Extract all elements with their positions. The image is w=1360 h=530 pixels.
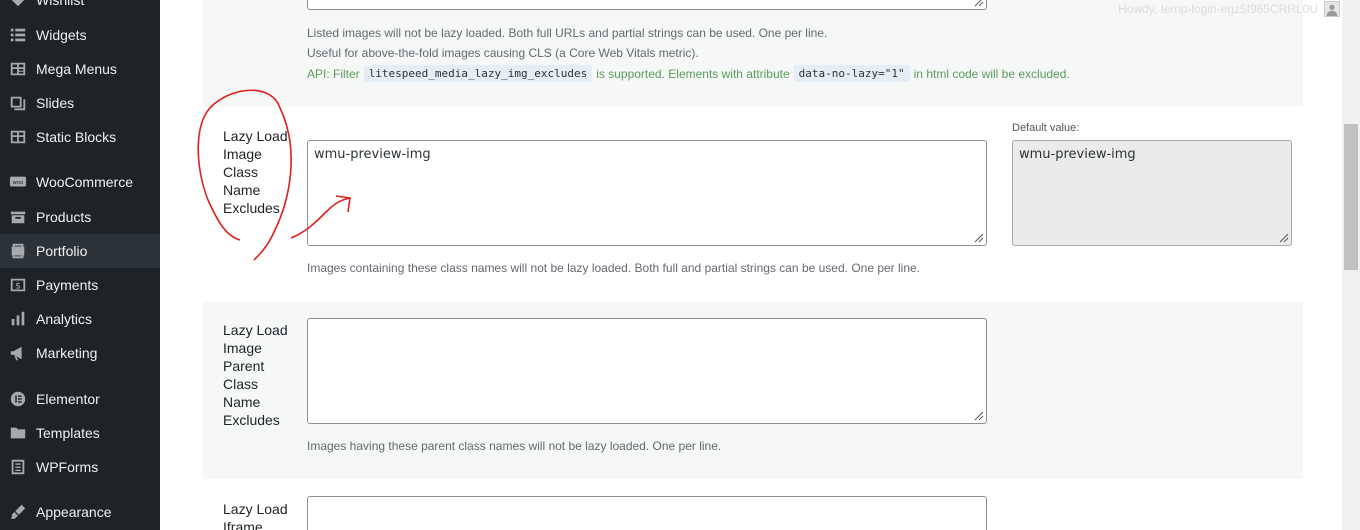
marketing-icon [0,344,36,362]
class-excludes-section: Lazy Load Image Class Name Excludes wmu-… [203,107,1303,302]
sidebar-item-label: Marketing [36,345,98,361]
sidebar-item-label: Products [36,209,92,225]
sidebar-item-wishlist[interactable]: Wishlist [0,0,160,17]
resize-handle-icon[interactable] [972,0,984,7]
parent-class-excludes-section: Lazy Load Image Parent Class Name Exclud… [203,302,1303,479]
sidebar-item-woocommerce[interactable]: woo WooCommerce [0,165,160,199]
widgets-icon [0,26,36,44]
sidebar-item-label: Wishlist [36,0,85,8]
api-attribute-code: data-no-lazy="1" [793,65,910,82]
parent-class-excludes-description: Images having these parent class names w… [307,439,722,453]
api-suffix-text: in html code will be excluded. [913,66,1070,81]
sidebar-item-static-blocks[interactable]: Static Blocks [0,120,160,154]
sidebar-item-portfolio[interactable]: Portfolio [0,234,160,268]
sidebar-item-products[interactable]: Products [0,200,160,234]
account-menu[interactable]: Howdy, temp-login-egz5f965CRRL0U [1118,0,1340,18]
sidebar-item-label: WPForms [36,459,99,475]
resize-handle-icon [1279,233,1289,243]
svg-text:woo: woo [13,180,24,186]
analytics-icon [0,310,36,328]
image-excludes-api-note: API: Filter litespeed_media_lazy_img_exc… [307,65,1070,82]
user-avatar-icon [1326,4,1338,16]
sidebar-item-templates[interactable]: Templates [0,416,160,450]
settings-content: Listed images will not be lazy loaded. B… [160,0,1342,530]
sidebar-item-slides[interactable]: Slides [0,86,160,120]
sidebar-item-label: Widgets [36,27,87,43]
elementor-icon [0,390,36,408]
page-scrollbar[interactable] [1342,0,1360,530]
sidebar-item-label: Mega Menus [36,61,117,77]
portfolio-icon [0,242,36,260]
resize-handle-icon[interactable] [972,231,984,243]
avatar[interactable] [1324,1,1340,17]
image-excludes-cls-note: Useful for above-the-fold images causing… [307,46,699,60]
sidebar-item-mega-menus[interactable]: Mega Menus [0,52,160,86]
howdy-text: Howdy, temp-login-egz5f965CRRL0U [1118,2,1318,16]
sidebar-item-widgets[interactable]: Widgets [0,18,160,52]
iframe-excludes-label: Lazy Load Iframe [223,501,288,530]
wpforms-icon [0,458,36,476]
image-excludes-textarea[interactable] [307,0,987,10]
slides-icon [0,94,36,112]
class-excludes-label: Lazy Load Image Class Name Excludes [223,128,288,216]
iframe-excludes-textarea[interactable] [307,496,987,530]
class-excludes-value: wmu-preview-img [314,147,431,162]
sidebar-item-wpforms[interactable]: WPForms [0,450,160,484]
payments-icon: $ [0,276,36,294]
parent-class-excludes-label: Lazy Load Image Parent Class Name Exclud… [223,322,288,428]
sidebar-item-label: Slides [36,95,75,111]
sidebar-item-analytics[interactable]: Analytics [0,302,160,336]
sidebar-item-label: Appearance [36,504,112,520]
sidebar-item-label: Portfolio [36,243,88,259]
woocommerce-icon: woo [0,173,36,191]
svg-text:$: $ [15,282,21,292]
sidebar-item-label: Static Blocks [36,129,117,145]
default-value-label: Default value: [1012,122,1080,134]
api-mid-text: is supported. Elements with attribute [596,66,790,81]
scrollbar-thumb[interactable] [1344,124,1358,270]
class-excludes-textarea[interactable]: wmu-preview-img [307,140,987,246]
sidebar-item-appearance[interactable]: Appearance [0,495,160,529]
sidebar-item-marketing[interactable]: Marketing [0,336,160,370]
templates-icon [0,424,36,442]
products-icon [0,208,36,226]
image-excludes-description: Listed images will not be lazy loaded. B… [307,26,828,40]
appearance-icon [0,503,36,521]
sidebar-item-label: WooCommerce [36,174,133,190]
resize-handle-icon[interactable] [972,409,984,421]
api-filter-code: litespeed_media_lazy_img_excludes [363,65,593,82]
parent-class-excludes-textarea[interactable] [307,318,987,424]
default-value-text: wmu-preview-img [1019,147,1136,162]
api-prefix-text: API: Filter [307,66,360,81]
class-excludes-description: Images containing these class names will… [307,261,921,275]
heart-icon [0,0,36,9]
sidebar-separator [0,154,160,162]
sidebar-item-elementor[interactable]: Elementor [0,382,160,416]
sidebar-separator [0,370,160,378]
sidebar-item-payments[interactable]: $ Payments [0,268,160,302]
blocks-icon [0,128,36,146]
sidebar-separator [0,484,160,492]
menu-icon [0,60,36,78]
sidebar-item-label: Analytics [36,311,93,327]
default-value-textarea: wmu-preview-img [1012,140,1292,246]
sidebar-item-label: Templates [36,425,100,441]
admin-sidebar: Wishlist Widgets Mega Menus Slides Stati… [0,0,160,530]
sidebar-item-label: Elementor [36,391,100,407]
sidebar-item-label: Payments [36,277,99,293]
iframe-excludes-section: Lazy Load Iframe [203,479,1303,530]
